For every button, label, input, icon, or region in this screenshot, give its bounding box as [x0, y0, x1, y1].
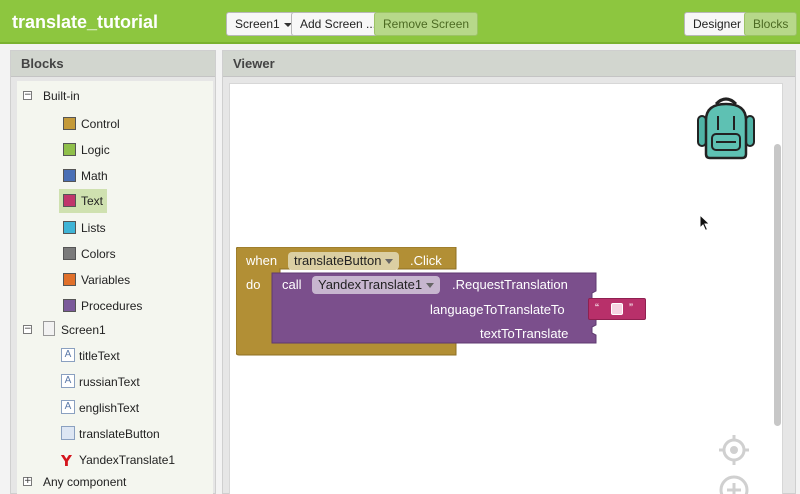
text-value-field[interactable] [611, 303, 623, 315]
tree-item-label: Control [81, 117, 120, 131]
recenter-icon[interactable] [718, 434, 750, 466]
tree-item-label: Logic [81, 143, 110, 157]
lists-swatch-icon [63, 221, 76, 234]
button-component-icon [61, 426, 75, 440]
open-quote: “ [595, 301, 599, 315]
zoom-in-icon[interactable] [718, 474, 750, 494]
tree-component-englishtext[interactable]: A englishText [61, 397, 201, 419]
call-component-label: YandexTranslate1 [318, 277, 423, 292]
tree-screen1[interactable]: − Screen1 [17, 319, 207, 341]
backpack-icon[interactable] [694, 94, 758, 164]
tree-item-control[interactable]: Control [63, 113, 163, 135]
tree-component-russiantext[interactable]: A russianText [61, 371, 201, 393]
top-bar: translate_tutorial Screen1 Add Screen ..… [0, 0, 800, 44]
tree-component-yandextranslate1[interactable]: Y YandexTranslate1 [61, 449, 201, 471]
blocks-workspace[interactable]: when translateButton .Click do call Yand… [229, 83, 783, 494]
text-string-block[interactable]: “ ” [588, 298, 646, 320]
event-name-label: .Click [410, 253, 442, 268]
blocks-tree: − Built-in Control Logic Math Text Lists… [17, 81, 213, 494]
arg-text-label: textToTranslate [480, 326, 569, 341]
tree-item-variables[interactable]: Variables [63, 269, 173, 291]
method-label: .RequestTranslation [452, 277, 568, 292]
tree-item-label: Procedures [81, 299, 143, 313]
blocks-panel: Blocks − Built-in Control Logic Math Tex… [10, 50, 216, 494]
event-component-dropdown[interactable]: translateButton [288, 252, 400, 270]
when-label: when [246, 253, 278, 268]
chevron-down-icon [426, 283, 435, 288]
close-quote: ” [629, 301, 633, 315]
logic-swatch-icon [63, 143, 76, 156]
tree-builtin[interactable]: − Built-in [17, 85, 207, 107]
tree-component-label: englishText [79, 401, 140, 415]
vertical-scrollbar[interactable] [774, 144, 781, 426]
viewer-panel-header: Viewer [223, 51, 795, 77]
do-label: do [246, 277, 261, 292]
tree-item-label: Colors [81, 247, 116, 261]
variables-swatch-icon [63, 273, 76, 286]
tree-item-lists[interactable]: Lists [63, 217, 163, 239]
app-title: translate_tutorial [12, 12, 159, 32]
math-swatch-icon [63, 169, 76, 182]
screen-select-label: Screen1 [235, 17, 280, 31]
tree-item-procedures[interactable]: Procedures [63, 295, 183, 317]
call-label: call [282, 277, 302, 292]
tree-component-translatebutton[interactable]: translateButton [61, 423, 201, 445]
blocks-button[interactable]: Blocks [744, 12, 798, 36]
text-swatch-icon [63, 194, 76, 207]
label-component-icon: A [61, 348, 75, 362]
tree-any-component-label: Any component [43, 475, 127, 489]
tree-screen1-label: Screen1 [61, 323, 106, 337]
tree-component-titletext[interactable]: A titleText [61, 345, 201, 367]
tree-item-logic[interactable]: Logic [63, 139, 163, 161]
collapse-icon[interactable]: − [23, 91, 32, 100]
tree-any-component[interactable]: + Any component [17, 471, 207, 493]
tree-component-label: titleText [79, 349, 120, 363]
tree-builtin-label: Built-in [43, 89, 80, 103]
tree-item-colors[interactable]: Colors [63, 243, 163, 265]
blocks-panel-header: Blocks [11, 51, 215, 77]
label-component-icon: A [61, 374, 75, 388]
call-component-dropdown[interactable]: YandexTranslate1 [312, 276, 441, 294]
collapse-icon[interactable]: − [23, 325, 32, 334]
tree-component-label: YandexTranslate1 [79, 453, 176, 467]
tree-item-label: Lists [81, 221, 106, 235]
chevron-down-icon [385, 259, 394, 264]
yandex-icon: Y [61, 452, 72, 470]
expand-icon[interactable]: + [23, 477, 32, 486]
mouse-cursor-icon [699, 214, 711, 232]
label-component-icon: A [61, 400, 75, 414]
tree-component-label: russianText [79, 375, 140, 389]
tree-item-label: Variables [81, 273, 131, 287]
viewer-panel: Viewer when translateButton .Click do ca… [222, 50, 796, 494]
tree-component-label: translateButton [79, 427, 160, 441]
control-swatch-icon [63, 117, 76, 130]
event-component-label: translateButton [294, 253, 382, 268]
arg-language-label: languageToTranslateTo [430, 302, 565, 317]
colors-swatch-icon [63, 247, 76, 260]
screen-select-dropdown[interactable]: Screen1 [226, 12, 301, 36]
add-screen-button[interactable]: Add Screen ... [291, 12, 386, 36]
remove-screen-button[interactable]: Remove Screen [374, 12, 479, 36]
tree-item-label: Math [81, 169, 108, 183]
procedures-swatch-icon [63, 299, 76, 312]
tree-item-text[interactable]: Text [59, 189, 107, 213]
designer-button[interactable]: Designer [684, 12, 751, 36]
screen-icon [43, 321, 55, 336]
tree-item-math[interactable]: Math [63, 165, 163, 187]
tree-item-label: Text [81, 194, 104, 208]
